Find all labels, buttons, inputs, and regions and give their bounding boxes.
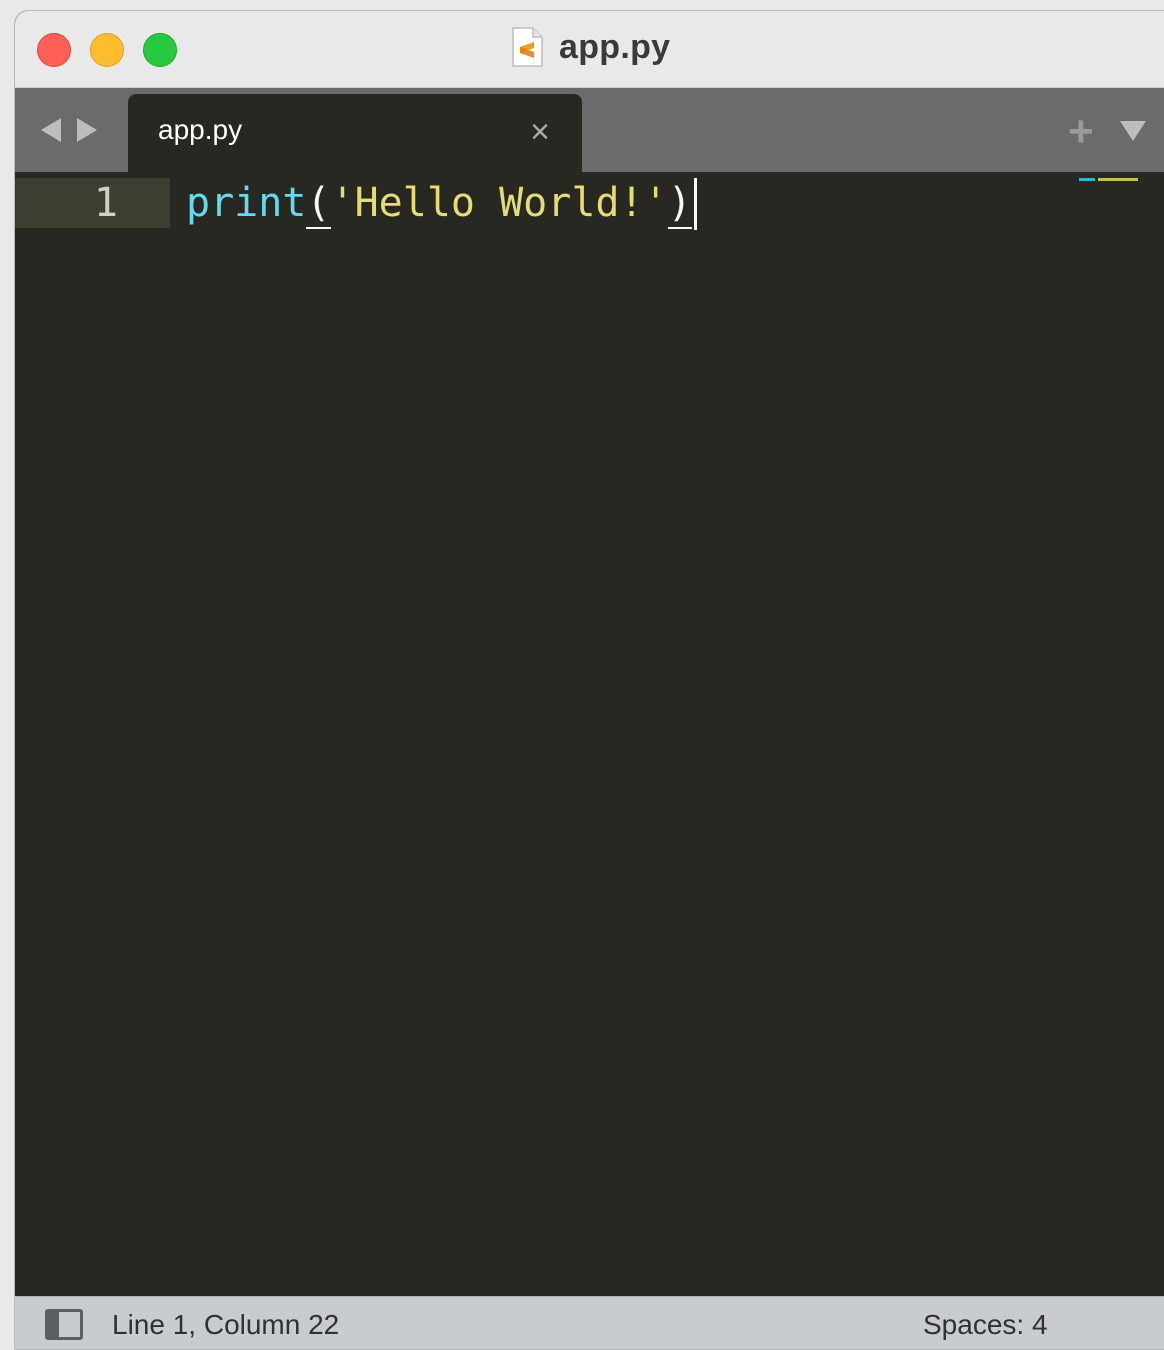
tab-navigation: [39, 116, 99, 149]
minimize-window-button[interactable]: [90, 33, 124, 67]
line-number: 1: [93, 180, 118, 226]
function-token: print: [186, 180, 307, 226]
text-caret: [693, 178, 697, 230]
string-token: 'Hello World!': [330, 180, 668, 226]
indentation-setting[interactable]: Spaces: 4: [923, 1309, 1048, 1341]
arrow-right-icon[interactable]: [75, 116, 99, 149]
tab-app-py[interactable]: app.py ×: [128, 94, 582, 172]
code-line[interactable]: print('Hello World!'): [186, 178, 697, 230]
close-window-button[interactable]: [37, 33, 71, 67]
minimap-string-mark: [1098, 178, 1138, 181]
cursor-position[interactable]: Line 1, Column 22: [112, 1309, 339, 1341]
open-paren-token: (: [306, 180, 331, 226]
window-title: app.py: [559, 27, 671, 66]
minimap[interactable]: [1079, 177, 1141, 182]
new-tab-button[interactable]: +: [1068, 110, 1094, 154]
zoom-window-button[interactable]: [143, 33, 177, 67]
triangle-down-icon[interactable]: [1119, 120, 1147, 147]
status-bar: Line 1, Column 22 Spaces: 4: [15, 1296, 1164, 1349]
editor-window: app.py app.py × + 1 print('Hello World!'…: [14, 10, 1164, 1350]
arrow-left-icon[interactable]: [39, 116, 63, 149]
minimap-function-mark: [1079, 178, 1095, 181]
tab-label: app.py: [158, 114, 243, 145]
close-icon[interactable]: ×: [526, 114, 554, 150]
title-bar: app.py: [15, 11, 1164, 88]
sidebar-toggle-icon[interactable]: [45, 1309, 83, 1340]
sublime-file-icon: [511, 27, 543, 67]
close-paren-token: ): [667, 180, 692, 226]
tab-bar: app.py × +: [15, 88, 1164, 172]
code-editor[interactable]: 1 print('Hello World!'): [15, 172, 1164, 1296]
sidebar-pane-indicator: [48, 1312, 59, 1337]
window-title-group: app.py: [511, 25, 670, 69]
